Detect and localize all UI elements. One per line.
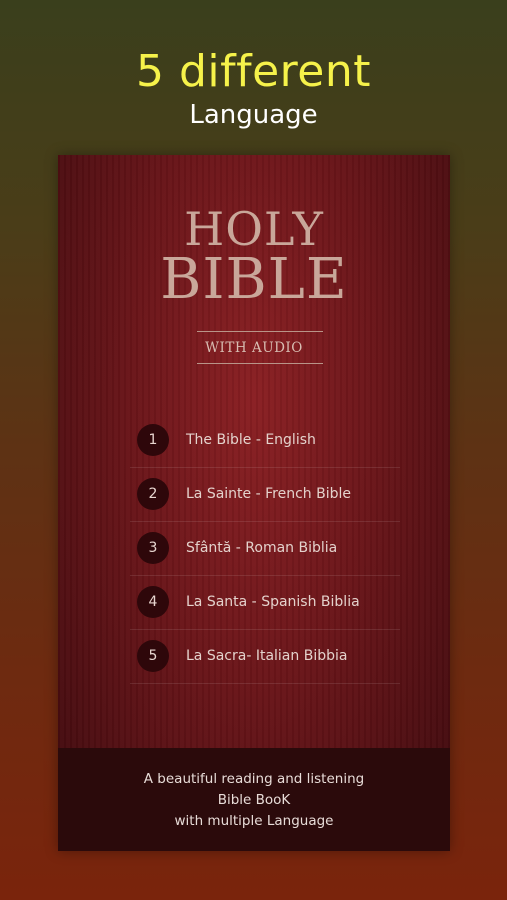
language-item-romanian[interactable]: 3 Sfântă - Roman Biblia xyxy=(130,522,400,576)
promo-subheadline: Language xyxy=(189,100,318,130)
language-number-badge: 2 xyxy=(137,478,169,510)
language-number-badge: 4 xyxy=(137,586,169,618)
footer-text-line-2: Bible BooK xyxy=(217,792,291,808)
language-label: Sfântă - Roman Biblia xyxy=(186,540,338,556)
language-item-italian[interactable]: 5 La Sacra- Italian Bibbia xyxy=(130,630,400,684)
language-label: La Sacra- Italian Bibbia xyxy=(186,648,348,664)
footer-text-line-1: A beautiful reading and listening xyxy=(143,771,365,787)
language-list: 1 The Bible - English 2 La Sainte - Fren… xyxy=(130,414,400,684)
app-subtitle: WITH AUDIO xyxy=(205,340,303,356)
language-number-badge: 3 xyxy=(137,532,169,564)
language-item-french[interactable]: 2 La Sainte - French Bible xyxy=(130,468,400,522)
app-screen: HOLY BIBLE WITH AUDIO 1 The Bible - Engl… xyxy=(58,155,450,851)
language-item-english[interactable]: 1 The Bible - English xyxy=(130,414,400,468)
app-title-line-2: BIBLE xyxy=(160,247,348,312)
language-number-badge: 5 xyxy=(137,640,169,672)
language-label: La Santa - Spanish Biblia xyxy=(186,594,360,610)
footer-text-line-3: with multiple Language xyxy=(174,813,334,829)
language-item-spanish[interactable]: 4 La Santa - Spanish Biblia xyxy=(130,576,400,630)
language-label: La Sainte - French Bible xyxy=(186,486,351,502)
promo-headline: 5 different xyxy=(135,46,372,97)
subtitle-top-rule xyxy=(197,331,323,332)
language-label: The Bible - English xyxy=(186,432,316,448)
language-number-badge: 1 xyxy=(137,424,169,456)
app-footer: A beautiful reading and listening Bible … xyxy=(58,748,450,851)
subtitle-bottom-rule xyxy=(197,363,323,364)
